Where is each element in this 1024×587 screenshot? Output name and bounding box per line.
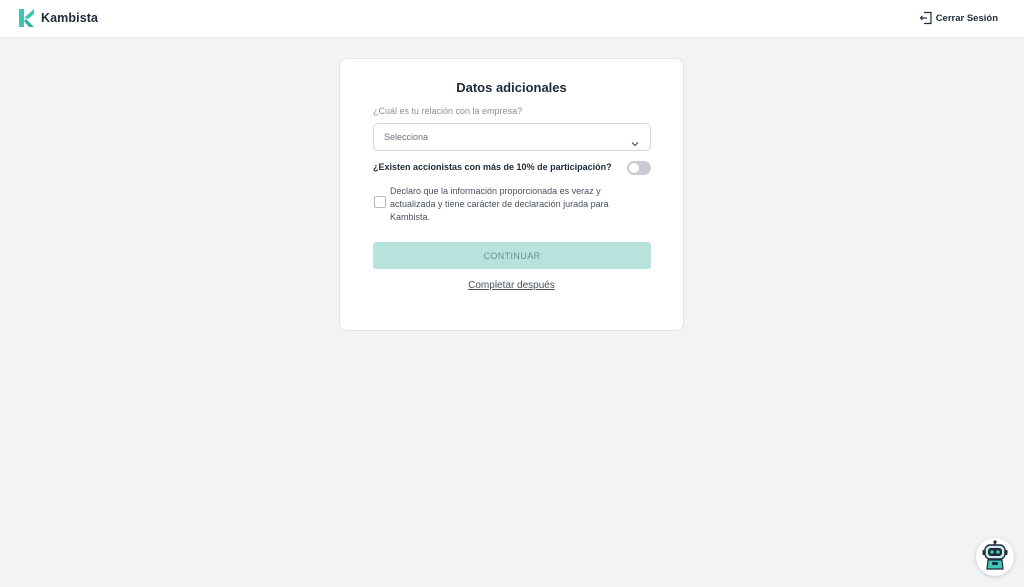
kambista-logo-icon — [17, 8, 37, 28]
shareholders-toggle[interactable] — [627, 161, 651, 175]
shareholders-question: ¿Existen accionistas con más de 10% de p… — [373, 162, 612, 172]
chatbot-button[interactable] — [976, 538, 1014, 576]
brand-logo[interactable]: Kambista — [17, 8, 98, 28]
logout-icon — [919, 11, 936, 25]
relation-select[interactable]: Selecciona — [373, 123, 651, 151]
toggle-knob — [629, 163, 639, 173]
chevron-down-icon — [631, 134, 639, 152]
declaration-checkbox[interactable] — [374, 196, 386, 208]
declaration-text: Declaro que la información proporcionada… — [390, 186, 609, 222]
additional-data-card: Datos adicionales ¿Cuál es tu relación c… — [339, 58, 684, 331]
relation-field-label: ¿Cuál es tu relación con la empresa? — [373, 106, 523, 116]
continue-button[interactable]: CONTINUAR — [373, 242, 651, 269]
logout-button[interactable]: Cerrar Sesión — [919, 11, 998, 25]
top-navigation-bar: Kambista Cerrar Sesión — [0, 0, 1024, 38]
logout-label: Cerrar Sesión — [935, 12, 998, 24]
page-title: Datos adicionales — [456, 80, 567, 95]
complete-later-link[interactable]: Completar después — [340, 280, 683, 291]
chatbot-robot-icon — [981, 539, 1009, 575]
relation-select-value: Selecciona — [384, 132, 429, 142]
brand-name: Kambista — [41, 11, 99, 25]
